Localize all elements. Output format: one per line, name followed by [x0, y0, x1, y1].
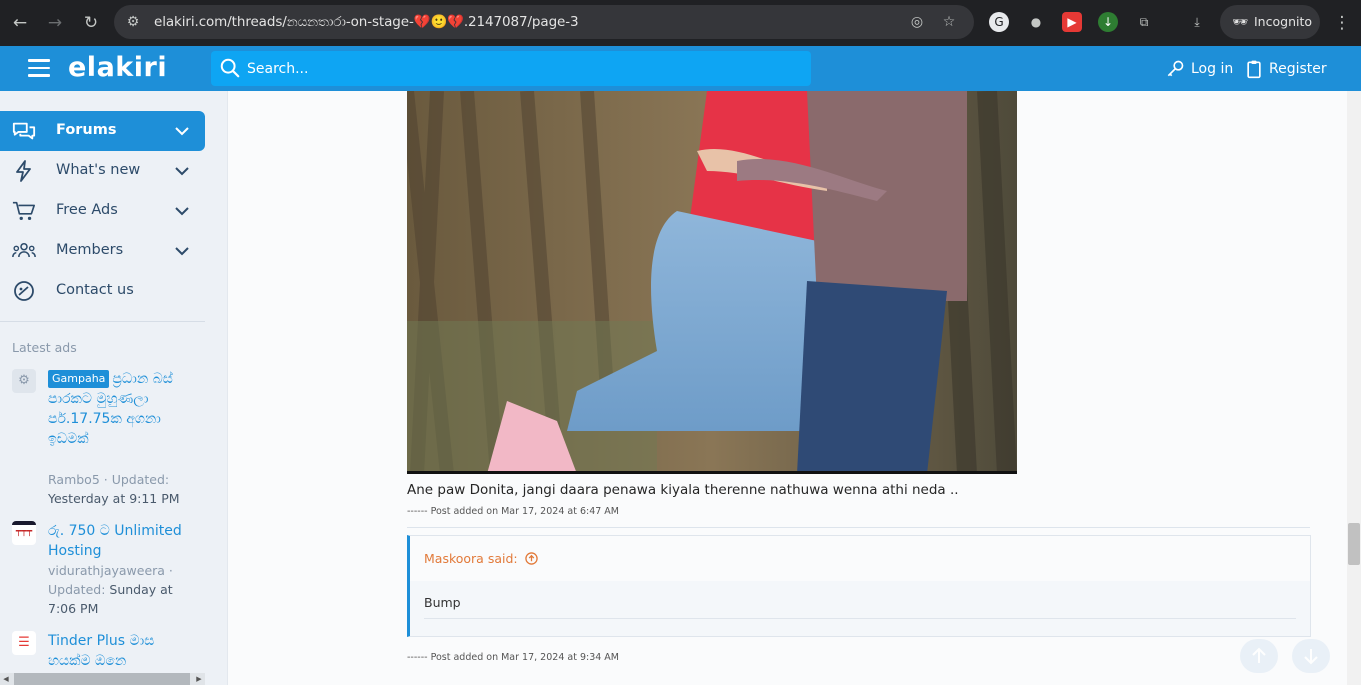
quote-divider: [424, 618, 1296, 619]
address-bar[interactable]: ⚙ elakiri.com/threads/නයනතාරා-on-stage-💔…: [114, 5, 974, 39]
extension-g-icon[interactable]: G: [989, 12, 1009, 32]
eye-off-icon[interactable]: ◎: [908, 13, 926, 31]
sidebar-divider: [0, 321, 205, 322]
scroll-left-icon[interactable]: ◀: [0, 673, 12, 685]
members-icon: [12, 242, 36, 258]
quote-author-text: Maskoora said:: [424, 551, 518, 566]
incognito-badge[interactable]: 🕶 Incognito: [1220, 5, 1320, 39]
chevron-down-icon[interactable]: [174, 124, 190, 138]
ad-thumbnail: ┯┯┯: [12, 521, 36, 545]
post-added-timestamp: ------ Post added on Mar 17, 2024 at 6:4…: [407, 506, 619, 517]
sidebar-item-label: Members: [56, 242, 124, 258]
arrow-up-icon: [1252, 647, 1266, 663]
search-input[interactable]: Search...: [211, 51, 811, 86]
lightning-icon: [16, 160, 31, 182]
sidebar-item-free-ads[interactable]: Free Ads: [0, 191, 205, 231]
sidebar-item-label: Free Ads: [56, 202, 118, 218]
downloads-icon[interactable]: ⤓: [1187, 12, 1207, 32]
incognito-icon: 🕶: [1232, 14, 1248, 29]
login-link[interactable]: Log in: [1165, 59, 1233, 79]
ad-item[interactable]: ┯┯┯ රු. 750 ට Unlimited Hosting vidurath…: [12, 521, 212, 616]
post-caption: Ane paw Donita, jangi daara penawa kiyal…: [407, 482, 959, 498]
register-label: Register: [1269, 61, 1327, 77]
post-separator: [407, 527, 1310, 528]
back-icon[interactable]: ←: [8, 11, 32, 35]
post-photo-illustration: [407, 91, 1017, 474]
ad-author[interactable]: Rambo5: [48, 472, 100, 487]
vertical-scrollbar[interactable]: [1347, 91, 1361, 685]
extension-drop-icon[interactable]: ●: [1026, 12, 1046, 32]
sidebar-item-label: What's new: [56, 162, 141, 178]
quote-header: [410, 536, 1310, 581]
ad-title[interactable]: Tinder Plus මාස හයක්ම ඔනෙ: [48, 631, 188, 671]
sidebar-item-label: Contact us: [56, 282, 134, 298]
hamburger-menu-icon[interactable]: [28, 59, 50, 77]
site-info-icon[interactable]: ⚙: [124, 13, 142, 31]
forward-icon[interactable]: →: [43, 11, 67, 35]
arrow-down-icon: [1304, 649, 1318, 665]
ad-item[interactable]: ⚙ Gampaha ප්‍රධාන බස් පාරකට මුහුණලා පර්.1…: [12, 369, 212, 509]
cart-icon: [12, 201, 35, 221]
clipboard-icon: [1247, 60, 1261, 79]
hosting-thumb-icon: ┯┯┯: [15, 527, 33, 537]
sidebar: Forums What's new Free Ads Members Conta…: [0, 91, 220, 685]
ad-title[interactable]: Gampaha ප්‍රධාන බස් පාරකට මුහුණලා පර්.17.…: [48, 369, 188, 449]
scroll-right-icon[interactable]: ▶: [193, 673, 205, 685]
ad-thumbnail: ☰: [12, 631, 36, 655]
scroll-top-button[interactable]: [1240, 639, 1278, 673]
ad-meta: Rambo5 · Updated: Yesterday at 9:11 PM: [48, 470, 188, 508]
forums-chat-icon: [12, 122, 36, 140]
url-text[interactable]: elakiri.com/threads/නයනතාරා-on-stage-💔🙂💔…: [154, 14, 579, 30]
sidebar-item-forums[interactable]: Forums: [0, 111, 205, 151]
sidebar-item-whats-new[interactable]: What's new: [0, 151, 205, 191]
horizontal-scroll-thumb[interactable]: [14, 673, 190, 685]
site-header: elakiri Search... Log in Register: [0, 46, 1361, 91]
browser-toolbar: ← → ↻ ⚙ elakiri.com/threads/නයනතාරා-on-s…: [0, 0, 1361, 46]
sidebar-item-contact-us[interactable]: Contact us: [0, 271, 205, 311]
register-link[interactable]: Register: [1245, 59, 1327, 79]
ad-location-badge: Gampaha: [48, 370, 110, 388]
key-icon: [1167, 60, 1184, 77]
tinder-thumb-icon: ☰: [18, 635, 30, 650]
post-image[interactable]: [407, 91, 1017, 474]
ad-placeholder-icon: ⚙: [12, 369, 36, 393]
scroll-bottom-button[interactable]: [1292, 639, 1330, 673]
contact-icon: [14, 281, 34, 301]
chevron-down-icon[interactable]: [174, 244, 190, 258]
sidebar-item-members[interactable]: Members: [0, 231, 205, 271]
star-icon[interactable]: ☆: [940, 13, 958, 31]
quote-block: Maskoora said: Bump: [407, 535, 1311, 637]
quote-author[interactable]: Maskoora said:: [424, 551, 538, 566]
ad-author[interactable]: vidurathjayaweera: [48, 563, 165, 578]
extensions-puzzle-icon[interactable]: ⧉: [1134, 12, 1154, 32]
login-label: Log in: [1191, 61, 1234, 77]
ad-title[interactable]: රු. 750 ට Unlimited Hosting: [48, 521, 188, 561]
extension-play-icon[interactable]: ▶: [1062, 12, 1082, 32]
quote-body: Bump: [424, 595, 461, 610]
vertical-scroll-thumb[interactable]: [1348, 523, 1360, 565]
extension-download-icon[interactable]: ↓: [1098, 12, 1118, 32]
ad-updated-prefix: · Updated:: [99, 472, 170, 487]
site-logo[interactable]: elakiri: [68, 52, 167, 83]
search-placeholder: Search...: [247, 61, 309, 77]
sidebar-item-label: Forums: [56, 122, 117, 138]
latest-ads-heading: Latest ads: [12, 340, 77, 355]
chevron-down-icon[interactable]: [174, 164, 190, 178]
ad-item[interactable]: ☰ Tinder Plus මාස හයක්ම ඔනෙ: [12, 631, 212, 671]
jump-up-icon[interactable]: [524, 552, 538, 565]
ad-meta: vidurathjayaweera · Updated: Sunday at 7…: [48, 561, 188, 618]
post-added-timestamp: ------ Post added on Mar 17, 2024 at 9:3…: [407, 652, 619, 663]
menu-dots-icon[interactable]: ⋮: [1330, 11, 1354, 35]
chevron-down-icon[interactable]: [174, 204, 190, 218]
search-icon: [220, 58, 240, 78]
incognito-label: Incognito: [1254, 14, 1313, 29]
reload-icon[interactable]: ↻: [79, 11, 103, 35]
ad-updated: Yesterday at 9:11 PM: [48, 491, 180, 506]
horizontal-scrollbar[interactable]: ◀ ▶: [0, 673, 205, 685]
